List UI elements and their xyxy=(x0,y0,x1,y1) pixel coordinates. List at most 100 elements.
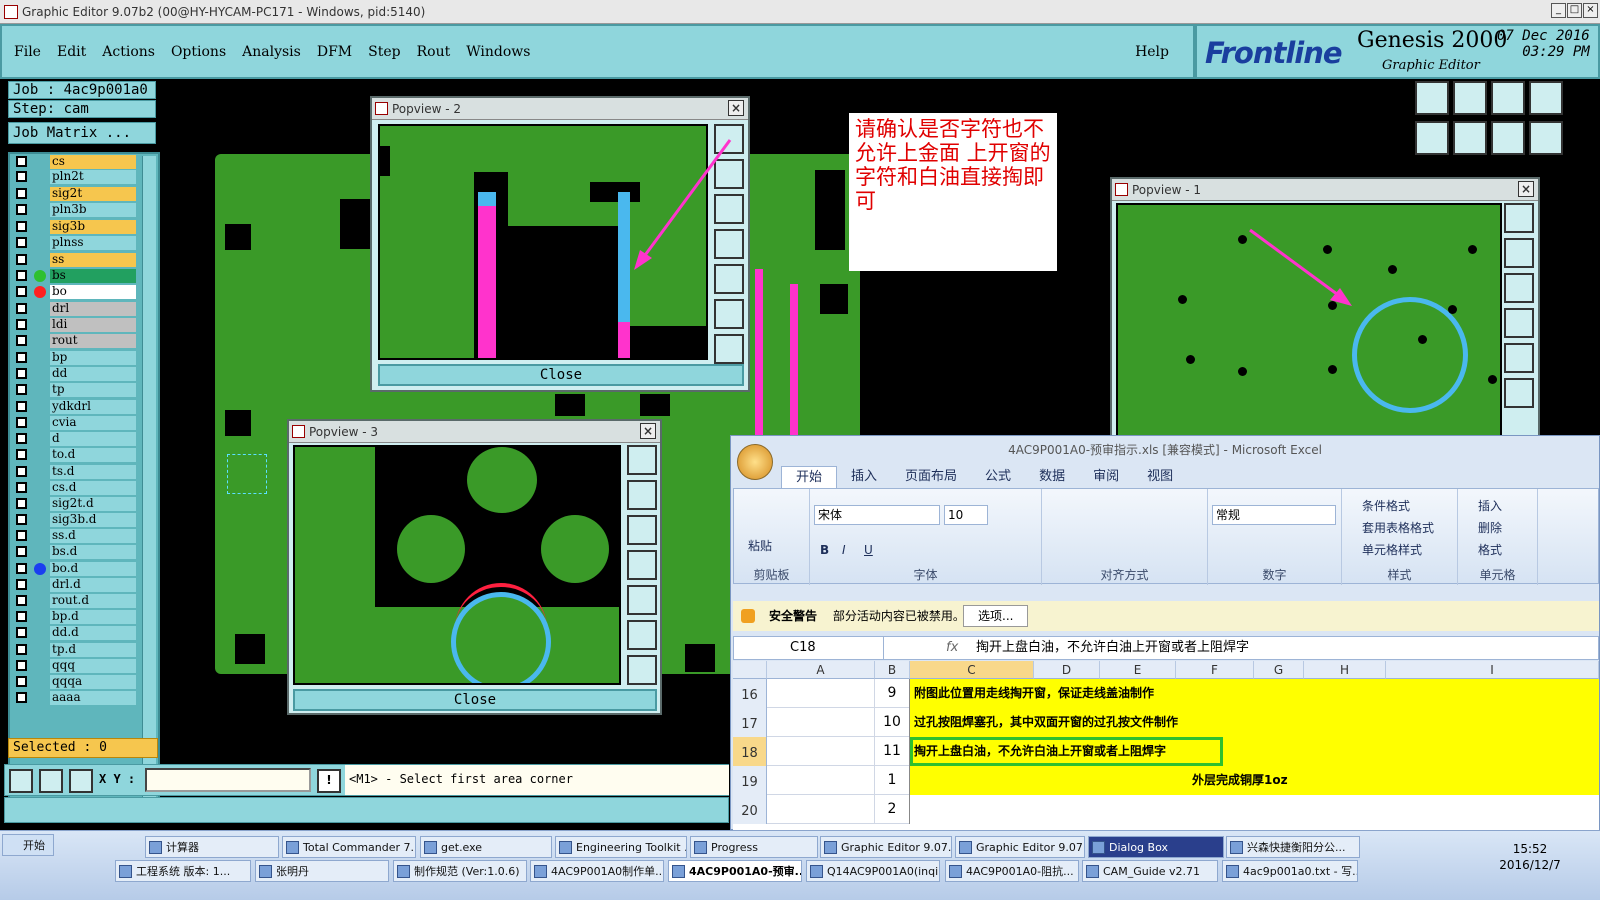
cell-c20[interactable] xyxy=(910,795,1599,824)
taskbar-item-label: 4ac9p001a0.txt - 写... xyxy=(1243,865,1358,878)
bold-button[interactable]: B xyxy=(820,543,829,557)
taskbar-item[interactable]: Graphic Editor 9.07... xyxy=(955,836,1085,858)
row-header[interactable]: 16 xyxy=(733,679,767,708)
taskbar-item[interactable]: 4ac9p001a0.txt - 写... xyxy=(1222,860,1358,882)
table-format-button[interactable]: 套用表格格式 xyxy=(1362,519,1434,536)
row-header[interactable]: 17 xyxy=(733,708,767,737)
spreadsheet-grid[interactable]: A B C D E F G H I 16 9 附图此位置用走线掏开窗，保证走线盖油制… xyxy=(733,661,1599,831)
taskbar-item-label: 工程系统 版本: 1... xyxy=(136,865,231,878)
app-icon xyxy=(694,841,707,854)
cell-style-button[interactable]: 单元格样式 xyxy=(1362,541,1422,558)
row-header[interactable]: 18 xyxy=(733,737,767,766)
system-clock[interactable]: 15:52 2016/12/7 xyxy=(1485,841,1575,873)
tab-review[interactable]: 审阅 xyxy=(1079,466,1133,489)
row-header[interactable]: 20 xyxy=(733,795,767,824)
taskbar-item[interactable]: Total Commander 7.... xyxy=(282,836,416,858)
delete-cells-button[interactable]: 删除 xyxy=(1478,519,1502,536)
app-icon xyxy=(672,865,685,878)
options-button[interactable]: 选项... xyxy=(963,605,1029,627)
taskbar-item[interactable]: 制作规范 (Ver:1.0.6) xyxy=(393,860,527,882)
paste-button[interactable]: 粘贴 xyxy=(748,537,772,554)
number-group: 常规 数字 xyxy=(1208,489,1342,585)
taskbar-item-label: Progress xyxy=(711,841,758,854)
tab-formulas[interactable]: 公式 xyxy=(971,466,1025,489)
cell-b20[interactable]: 2 xyxy=(875,795,910,824)
taskbar-item[interactable]: 4AC9P001A0制作单... xyxy=(530,860,664,882)
tab-view[interactable]: 视图 xyxy=(1133,466,1187,489)
tab-data[interactable]: 数据 xyxy=(1025,466,1079,489)
taskbar-item-label: Total Commander 7.... xyxy=(303,841,416,854)
cell-b19[interactable]: 1 xyxy=(875,766,910,795)
taskbar-item-label: Engineering Toolkit ... xyxy=(576,841,687,854)
col-header-h[interactable]: H xyxy=(1304,661,1386,679)
cell-c16[interactable]: 附图此位置用走线掏开窗，保证走线盖油制作 xyxy=(910,679,1599,708)
col-header-d[interactable]: D xyxy=(1034,661,1100,679)
xy-input[interactable] xyxy=(145,768,311,792)
grid-icon[interactable] xyxy=(69,769,93,793)
formula-input[interactable]: 掏开上盘白油，不允许白油上开窗或者上阻焊字 xyxy=(976,637,1249,659)
app-icon xyxy=(1230,841,1243,854)
tab-insert[interactable]: 插入 xyxy=(837,466,891,489)
taskbar-item-label: 兴森快捷衡阳分公... xyxy=(1247,841,1346,854)
app-icon xyxy=(1086,865,1099,878)
col-header-b[interactable]: B xyxy=(875,661,910,679)
col-header-c[interactable]: C xyxy=(910,661,1034,679)
italic-button[interactable]: I xyxy=(842,543,846,557)
conditional-format-button[interactable]: 条件格式 xyxy=(1362,497,1410,514)
taskbar-item-label: 4AC9P001A0-阻抗... xyxy=(966,865,1074,878)
taskbar-item[interactable]: 4AC9P001A0-预审... xyxy=(668,860,802,882)
taskbar-item[interactable]: Q14AC9P001A0(inqi... xyxy=(806,860,940,882)
app-icon xyxy=(397,865,410,878)
excel-title: 4AC9P001A0-预审指示.xls [兼容模式] - Microsoft E… xyxy=(731,436,1599,464)
col-header-f[interactable]: F xyxy=(1176,661,1254,679)
col-header-i[interactable]: I xyxy=(1386,661,1599,679)
row-header[interactable]: 19 xyxy=(733,766,767,795)
area-select-icon[interactable] xyxy=(9,769,33,793)
start-button[interactable]: 开始 xyxy=(2,834,54,856)
warning-icon[interactable]: ! xyxy=(317,769,341,793)
font-group: 宋体 10 B I U 字体 xyxy=(810,489,1042,585)
measure-icon[interactable] xyxy=(39,769,63,793)
taskbar-item[interactable]: get.exe xyxy=(420,836,552,858)
cell-b16[interactable]: 9 xyxy=(875,679,910,708)
app-icon xyxy=(949,865,962,878)
office-button[interactable] xyxy=(737,444,773,480)
app-icon xyxy=(119,865,132,878)
fx-icon[interactable]: fx xyxy=(946,637,958,659)
formula-bar: C18 fx 掏开上盘白油，不允许白油上开窗或者上阻焊字 xyxy=(733,636,1599,660)
taskbar-item[interactable]: Engineering Toolkit ... xyxy=(555,836,687,858)
tab-page-layout[interactable]: 页面布局 xyxy=(891,466,971,489)
col-header-g[interactable]: G xyxy=(1254,661,1304,679)
format-cells-button[interactable]: 格式 xyxy=(1478,541,1502,558)
taskbar-item[interactable]: 4AC9P001A0-阻抗... xyxy=(945,860,1079,882)
font-name-select[interactable]: 宋体 xyxy=(814,505,940,525)
col-header-e[interactable]: E xyxy=(1100,661,1176,679)
excel-window: 4AC9P001A0-预审指示.xls [兼容模式] - Microsoft E… xyxy=(730,435,1600,831)
underline-button[interactable]: U xyxy=(864,543,873,557)
app-icon xyxy=(259,865,272,878)
app-icon xyxy=(149,841,162,854)
insert-cells-button[interactable]: 插入 xyxy=(1478,497,1502,514)
taskbar-item[interactable]: Dialog Box xyxy=(1088,836,1224,858)
taskbar-item[interactable]: Progress xyxy=(690,836,818,858)
taskbar-item[interactable]: 张明丹 xyxy=(255,860,389,882)
font-size-select[interactable]: 10 xyxy=(944,505,988,525)
cell-c19[interactable]: 外层完成铜厚1oz xyxy=(910,766,1599,795)
cell-c17[interactable]: 过孔按阻焊塞孔，其中双面开窗的过孔按文件制作 xyxy=(910,708,1599,737)
taskbar-item[interactable]: 计算器 xyxy=(145,836,279,858)
taskbar-item[interactable]: 工程系统 版本: 1... xyxy=(115,860,251,882)
taskbar-item[interactable]: 兴森快捷衡阳分公... xyxy=(1226,836,1360,858)
app-icon xyxy=(534,865,547,878)
tab-home[interactable]: 开始 xyxy=(781,466,838,489)
taskbar-item[interactable]: Graphic Editor 9.07... xyxy=(820,836,952,858)
taskbar: 开始 15:52 2016/12/7 计算器 Total Commander 7.… xyxy=(0,830,1600,900)
cell-b17[interactable]: 10 xyxy=(875,708,910,737)
cell-c18-active[interactable]: 掏开上盘白油，不允许白油上开窗或者上阻焊字 xyxy=(910,737,1223,766)
name-box[interactable]: C18 xyxy=(734,637,884,659)
cell-b18[interactable]: 11 xyxy=(875,737,910,766)
status-bar xyxy=(4,797,729,823)
number-format-select[interactable]: 常规 xyxy=(1212,505,1336,525)
taskbar-item-label: Graphic Editor 9.07... xyxy=(976,841,1085,854)
col-header-a[interactable]: A xyxy=(767,661,875,679)
taskbar-item[interactable]: CAM_Guide v2.71 xyxy=(1082,860,1218,882)
